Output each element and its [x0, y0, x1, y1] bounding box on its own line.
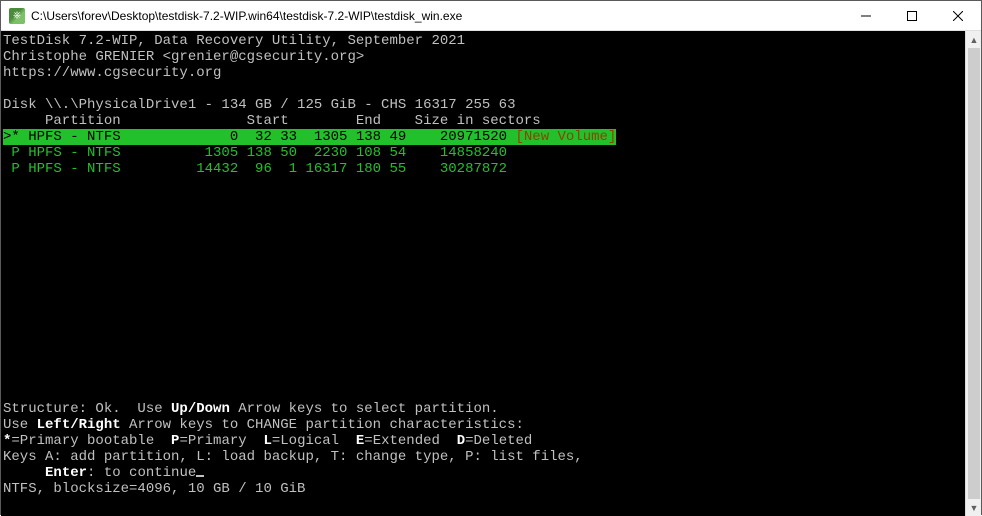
header-line-3: https://www.cgsecurity.org — [3, 65, 967, 81]
vertical-scrollbar[interactable]: ▲ ▼ — [965, 31, 981, 516]
window-controls — [843, 1, 981, 31]
header-line-2: Christophe GRENIER <grenier@cgsecurity.o… — [3, 49, 967, 65]
partition-row[interactable]: P HPFS - NTFS 1305 138 50 2230 108 54 14… — [3, 145, 967, 161]
keys-line: Keys A: add partition, L: load backup, T… — [3, 449, 967, 465]
terminal-content[interactable]: TestDisk 7.2-WIP, Data Recovery Utility,… — [1, 31, 967, 516]
minimize-button[interactable] — [843, 1, 889, 31]
cursor-icon — [196, 475, 204, 477]
partition-row[interactable]: >* HPFS - NTFS 0 32 33 1305 138 49 20971… — [3, 129, 967, 145]
scroll-down-icon[interactable]: ▼ — [966, 499, 982, 516]
disk-line: Disk \\.\PhysicalDrive1 - 134 GB / 125 G… — [3, 97, 967, 113]
window-title: C:\Users\forev\Desktop\testdisk-7.2-WIP.… — [31, 9, 843, 23]
enter-line: Enter: to continue — [3, 465, 967, 481]
maximize-button[interactable] — [889, 1, 935, 31]
structure-line: Structure: Ok. Use Up/Down Arrow keys to… — [3, 401, 967, 417]
scroll-up-icon[interactable]: ▲ — [966, 31, 982, 48]
close-button[interactable] — [935, 1, 981, 31]
partition-row[interactable]: P HPFS - NTFS 14432 96 1 16317 180 55 30… — [3, 161, 967, 177]
fs-info-line: NTFS, blocksize=4096, 10 GB / 10 GiB — [3, 481, 967, 497]
scrollbar-thumb[interactable] — [968, 48, 980, 499]
header-line-1: TestDisk 7.2-WIP, Data Recovery Utility,… — [3, 33, 967, 49]
legend-line: *=Primary bootable P=Primary L=Logical E… — [3, 433, 967, 449]
column-headers: Partition Start End Size in sectors — [3, 113, 967, 129]
app-icon: ⎈ — [9, 8, 25, 24]
window-titlebar: ⎈ C:\Users\forev\Desktop\testdisk-7.2-WI… — [1, 1, 981, 31]
leftright-line: Use Left/Right Arrow keys to CHANGE part… — [3, 417, 967, 433]
